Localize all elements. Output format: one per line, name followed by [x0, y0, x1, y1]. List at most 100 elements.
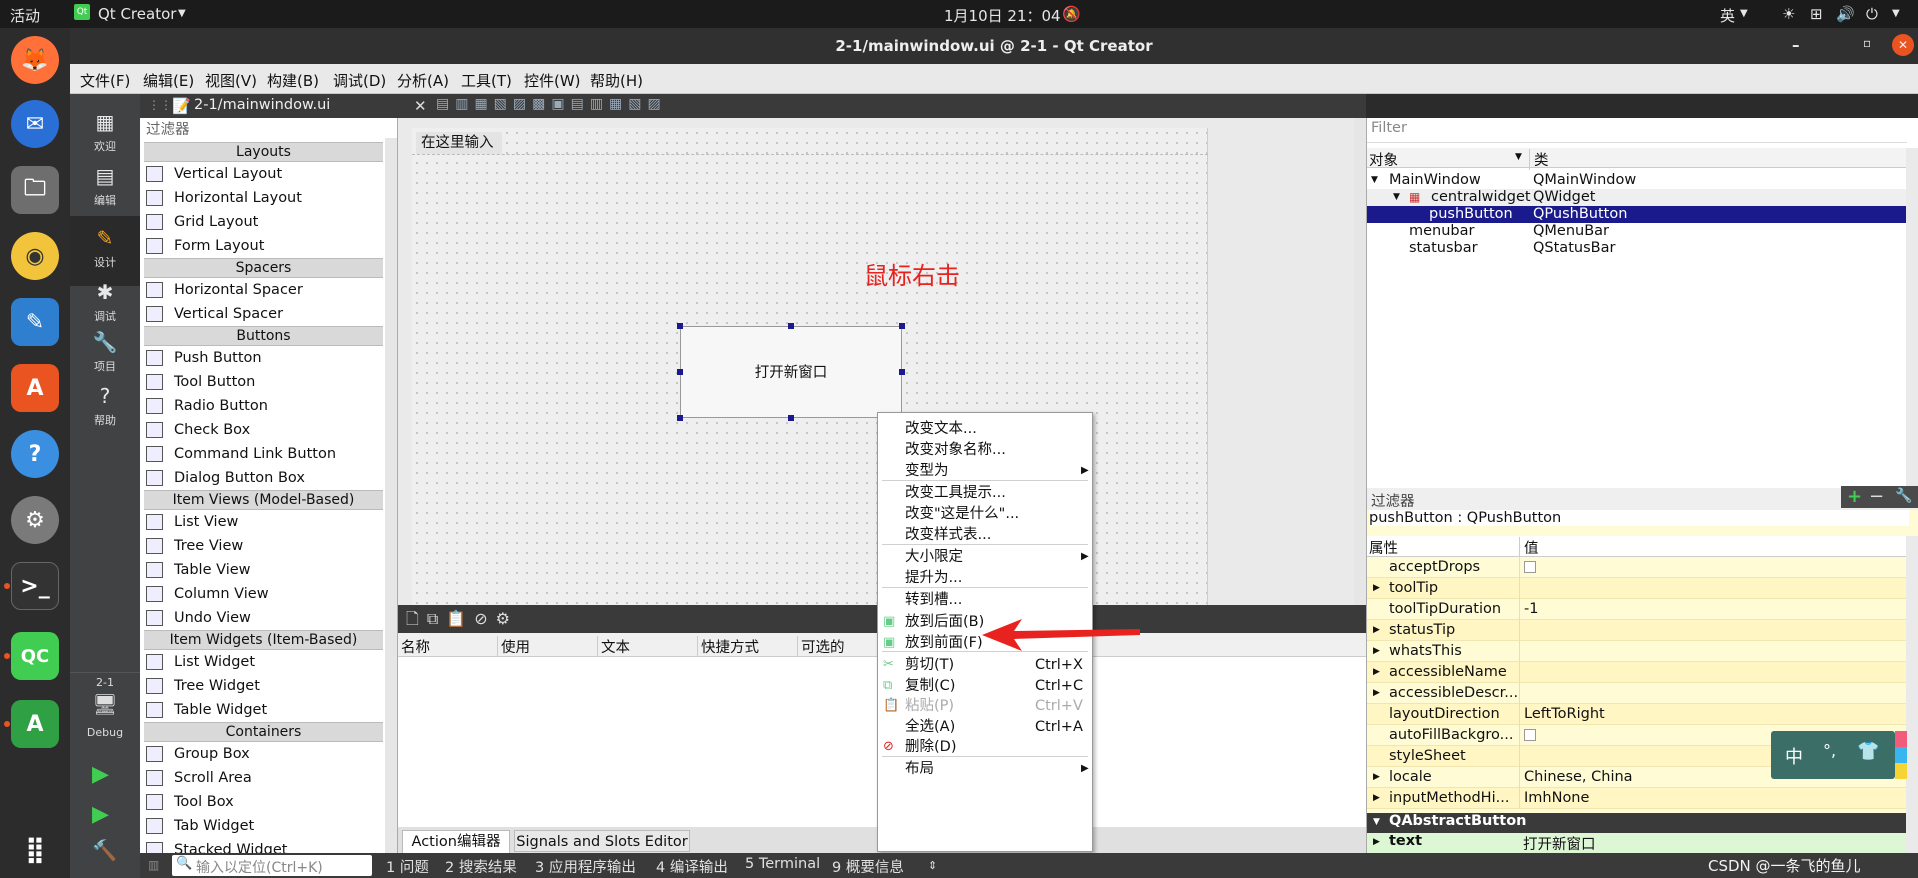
selection-handle[interactable]	[788, 323, 794, 329]
file-tab[interactable]: 2-1/mainwindow.ui	[194, 97, 330, 113]
writer-icon[interactable]: ✎	[11, 298, 59, 346]
context-menu-item[interactable]: 布局 ▶	[878, 757, 1092, 781]
power-icon[interactable]: ⏻	[1866, 5, 1878, 23]
col-text[interactable]: 文本	[598, 636, 698, 657]
skin-shirt-icon[interactable]: 👕	[1857, 741, 1879, 762]
thunderbird-icon[interactable]: ✉	[11, 100, 59, 148]
android-studio-icon[interactable]: A	[11, 700, 59, 748]
widget-item[interactable]: Group Box	[140, 742, 397, 766]
push-button-open-window[interactable]: 打开新窗口	[680, 326, 902, 418]
property-value[interactable]: Chinese, China	[1519, 767, 1633, 788]
selection-handle[interactable]	[677, 369, 683, 375]
menu-edit[interactable]: 编辑(E)	[143, 70, 194, 91]
col-used[interactable]: 使用	[498, 636, 598, 657]
files-icon[interactable]: 🗀	[11, 166, 59, 214]
ime-floating-toolbar[interactable]: 中 °, 👕	[1771, 731, 1895, 779]
terminal-icon[interactable]: >_	[11, 562, 59, 610]
pane-app-output[interactable]: 3 应用程序输出	[535, 856, 636, 877]
clock[interactable]: 1月10日 21：04	[944, 5, 1061, 26]
menu-build[interactable]: 构建(B)	[267, 70, 319, 91]
expand-icon[interactable]: ▶	[1373, 620, 1380, 641]
property-row[interactable]: layoutDirection LeftToRight	[1367, 704, 1907, 725]
widget-category[interactable]: Layouts	[144, 142, 383, 162]
chevron-updown-icon[interactable]: ⇕	[928, 859, 937, 872]
property-section-qabstractbutton[interactable]: ▼ QAbstractButton	[1367, 813, 1907, 833]
widget-item[interactable]: Table Widget	[140, 698, 397, 722]
property-row[interactable]: acceptDrops	[1367, 557, 1907, 578]
object-row-centralwidget[interactable]: ▼ ▦ centralwidget QWidget	[1367, 189, 1907, 206]
widget-item[interactable]: Undo View	[140, 606, 397, 630]
widget-item[interactable]: Push Button	[140, 346, 397, 370]
widget-item[interactable]: Table View	[140, 558, 397, 582]
object-row-statusbar[interactable]: statusbar QStatusBar	[1367, 240, 1907, 257]
widget-item[interactable]: Vertical Spacer	[140, 302, 397, 326]
menu-view[interactable]: 视图(V)	[205, 70, 257, 91]
property-checkbox[interactable]	[1524, 729, 1536, 741]
menu-file[interactable]: 文件(F)	[80, 70, 130, 91]
widget-item[interactable]: Tree Widget	[140, 674, 397, 698]
property-scrollbar[interactable]	[1906, 536, 1918, 853]
widget-category[interactable]: Item Views (Model-Based)	[144, 490, 383, 510]
expand-icon[interactable]: ▶	[1373, 767, 1380, 788]
maximize-icon[interactable]: ▫	[1863, 36, 1871, 50]
widget-item[interactable]: Check Box	[140, 418, 397, 442]
pane-compile-output[interactable]: 4 编译输出	[656, 856, 728, 877]
property-row[interactable]: ▶ accessibleName	[1367, 662, 1907, 683]
close-icon[interactable]: ✕	[414, 97, 427, 115]
widget-item[interactable]: Stacked Widget	[140, 838, 397, 853]
remove-property-icon[interactable]: −	[1869, 486, 1884, 507]
widget-item[interactable]: Horizontal Spacer	[140, 278, 397, 302]
property-row[interactable]: ▶ whatsThis	[1367, 641, 1907, 662]
pane-general-messages[interactable]: 9 概要信息	[832, 856, 904, 877]
close-icon[interactable]: ✕	[1892, 34, 1914, 56]
widget-item[interactable]: Column View	[140, 582, 397, 606]
widget-item[interactable]: Tab Widget	[140, 814, 397, 838]
qt-creator-dock-icon[interactable]: QC	[11, 632, 59, 680]
widget-category[interactable]: Containers	[144, 722, 383, 742]
widget-category[interactable]: Item Widgets (Item-Based)	[144, 630, 383, 650]
expand-icon[interactable]: ▶	[1373, 578, 1380, 599]
property-value[interactable]	[1519, 641, 1524, 662]
ime-mode[interactable]: 中	[1785, 743, 1803, 769]
expand-icon[interactable]: ▶	[1373, 683, 1380, 704]
expand-icon[interactable]: ▶	[1373, 788, 1380, 809]
col-value[interactable]: 值	[1519, 537, 1539, 558]
build-hammer-icon[interactable]: 🔨	[92, 838, 117, 862]
property-value[interactable]: ImhNone	[1519, 788, 1589, 809]
property-value[interactable]	[1519, 578, 1524, 599]
pane-terminal[interactable]: 5 Terminal	[745, 856, 820, 872]
pane-search-results[interactable]: 2 搜索结果	[445, 856, 517, 877]
widget-item[interactable]: Radio Button	[140, 394, 397, 418]
menu-analyze[interactable]: 分析(A)	[397, 70, 449, 91]
help-icon[interactable]: ?	[11, 430, 59, 478]
wrench-icon[interactable]: 🔧	[1895, 488, 1912, 504]
selection-handle[interactable]	[899, 323, 905, 329]
col-class[interactable]: 类	[1529, 149, 1549, 170]
object-row-mainwindow[interactable]: ▼ MainWindow QMainWindow	[1367, 172, 1907, 189]
property-checkbox[interactable]	[1524, 561, 1536, 573]
widget-item[interactable]: Tool Box	[140, 790, 397, 814]
menu-tools[interactable]: 工具(T)	[461, 70, 512, 91]
punctuation-icon[interactable]: °,	[1823, 741, 1836, 760]
expand-icon[interactable]: ▶	[1373, 662, 1380, 683]
debug-run-icon[interactable]: ▶	[92, 802, 109, 827]
action-tools-icon[interactable]: 🗋⧉📋⊘⚙	[406, 608, 518, 635]
property-row-text[interactable]: ▶ text 打开新窗口	[1367, 833, 1907, 853]
widget-category[interactable]: Spacers	[144, 258, 383, 278]
property-value[interactable]: LeftToRight	[1519, 704, 1605, 725]
widget-item[interactable]: Tool Button	[140, 370, 397, 394]
widget-item[interactable]: List Widget	[140, 650, 397, 674]
selection-handle[interactable]	[677, 415, 683, 421]
widget-item[interactable]: Horizontal Layout	[140, 186, 397, 210]
layout-tools-icon[interactable]: ▤▥▦▧▨▩▣▤▥▦▧▨	[436, 96, 667, 112]
widget-item[interactable]: Scroll Area	[140, 766, 397, 790]
activities-button[interactable]: 活动	[10, 5, 40, 26]
widget-item[interactable]: Form Layout	[140, 234, 397, 258]
widget-item[interactable]: Command Link Button	[140, 442, 397, 466]
property-row[interactable]: ▶ accessibleDescr...	[1367, 683, 1907, 704]
mode-edit[interactable]: ▤ 编辑	[70, 154, 140, 224]
menu-help[interactable]: 帮助(H)	[590, 70, 643, 91]
rhythmbox-icon[interactable]: ◉	[11, 232, 59, 280]
input-method-indicator[interactable]: 英	[1720, 5, 1735, 26]
object-scrollbar[interactable]	[1906, 148, 1918, 488]
